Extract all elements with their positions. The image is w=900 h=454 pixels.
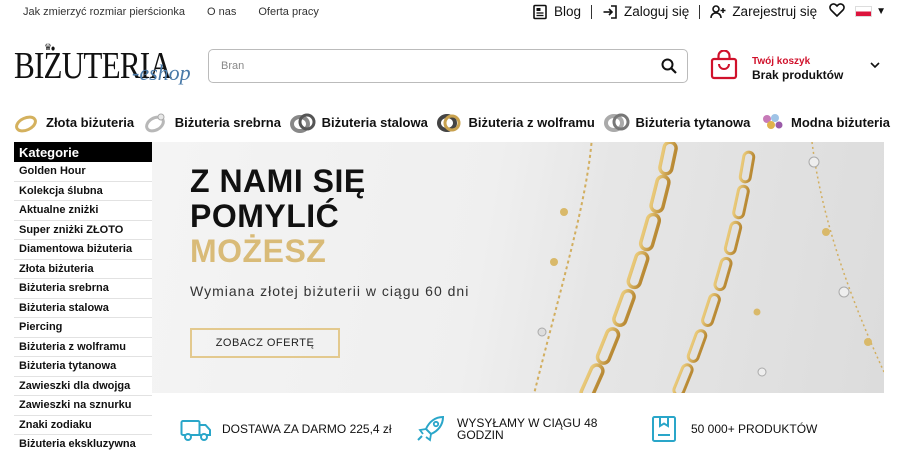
feature-free-delivery: DOSTAWA ZA DARMO 225,4 zł	[180, 415, 392, 443]
logo-sub-text: -eshop	[132, 60, 191, 85]
sidebar-item-string-pendants[interactable]: Zawieszki na sznurku	[14, 396, 152, 416]
sidebar-heading: Kategorie	[14, 142, 152, 162]
nav-titanium-jewelry[interactable]: Biżuteria tytanowa	[603, 111, 751, 133]
sidebar-item-exclusive[interactable]: Biżuteria ekskluzywna	[14, 435, 152, 454]
hero-line-2: POMYLIĆ	[190, 198, 340, 234]
sidebar-item-wedding[interactable]: Kolekcja ślubna	[14, 181, 152, 201]
category-nav: Złota biżuteria Biżuteria srebrna Biżute…	[14, 108, 890, 136]
divider	[699, 4, 701, 19]
login-icon	[602, 4, 618, 20]
sidebar-item-diamond[interactable]: Diamentowa biżuteria	[14, 240, 152, 260]
nav-label: Biżuteria stalowa	[321, 114, 428, 130]
cart-status: Brak produktów	[752, 68, 844, 82]
features-bar: DOSTAWA ZA DARMO 225,4 zł WYSYŁAMY W CIĄ…	[152, 415, 884, 451]
fashion-jewelry-icon	[759, 111, 785, 133]
feature-products-count: 50 000+ PRODUKTÓW	[649, 415, 817, 443]
add-user-icon	[710, 4, 726, 20]
gold-chains-image	[533, 142, 884, 393]
search-input[interactable]	[209, 50, 639, 82]
hero-subtitle: Wymiana złotej biżuterii w ciągu 60 dni	[190, 283, 470, 299]
shopping-bag-icon	[710, 49, 738, 80]
hero-line-3: MOŻESZ	[190, 233, 327, 269]
chevron-down-icon[interactable]: ▼	[876, 6, 886, 17]
blog-link[interactable]: Blog	[554, 4, 581, 19]
hero-banner[interactable]: Z NAMI SIĘ POMYLIĆ MOŻESZ Wymiana złotej…	[152, 142, 884, 393]
nav-label: Biżuteria tytanowa	[635, 114, 751, 130]
account-links: Blog Zaloguj się Zarejestruj się ▼	[532, 3, 886, 20]
hero-headline: Z NAMI SIĘ POMYLIĆ MOŻESZ	[190, 164, 366, 269]
sidebar-item-discounts[interactable]: Aktualne zniżki	[14, 201, 152, 221]
top-links: Jak zmierzyć rozmiar pierścionka O nas O…	[23, 6, 341, 18]
sidebar-item-titanium[interactable]: Biżuteria tytanowa	[14, 357, 152, 377]
see-offer-button[interactable]: ZOBACZ OFERTĘ	[190, 328, 340, 358]
sidebar-item-gold[interactable]: Złota biżuteria	[14, 259, 152, 279]
feature-label: WYSYŁAMY W CIĄGU 48 GODZIN	[457, 416, 598, 442]
login-link[interactable]: Zaloguj się	[624, 4, 689, 19]
link-about[interactable]: O nas	[207, 6, 236, 18]
nav-label: Modna biżuteria	[791, 114, 890, 130]
nav-steel-jewelry[interactable]: Biżuteria stalowa	[289, 111, 428, 133]
gold-ring-icon	[14, 111, 40, 133]
feature-label: 50 000+ PRODUKTÓW	[691, 422, 818, 436]
link-careers[interactable]: Oferta pracy	[258, 6, 319, 18]
sidebar-item-tungsten[interactable]: Biżuteria z wolframu	[14, 337, 152, 357]
link-ring-size[interactable]: Jak zmierzyć rozmiar pierścionka	[23, 6, 185, 18]
feature-label: DOSTAWA ZA DARMO 225,4 zł	[222, 422, 392, 436]
steel-ring-icon	[289, 111, 316, 133]
sidebar-item-steel[interactable]: Biżuteria stalowa	[14, 298, 152, 318]
cart-title: Twój koszyk	[752, 56, 811, 67]
product-box-icon	[649, 415, 681, 443]
register-link[interactable]: Zarejestruj się	[732, 4, 817, 19]
delivery-truck-icon	[180, 415, 212, 443]
hero-line-1: Z NAMI SIĘ	[190, 163, 366, 199]
search-icon[interactable]	[661, 58, 677, 74]
nav-label: Złota biżuteria	[46, 114, 135, 130]
nav-gold-jewelry[interactable]: Złota biżuteria	[14, 111, 134, 133]
sidebar-item-couple-pendants[interactable]: Zawieszki dla dwojga	[14, 376, 152, 396]
chevron-down-icon[interactable]	[870, 60, 880, 72]
polish-flag-icon[interactable]	[855, 6, 873, 17]
tungsten-ring-icon	[436, 111, 462, 133]
nav-label: Biżuteria srebrna	[174, 114, 281, 130]
sidebar-item-gold-discounts[interactable]: Super zniżki ZŁOTO	[14, 220, 152, 240]
titanium-ring-icon	[603, 111, 630, 133]
nav-label: Biżuteria z wolframu	[468, 114, 595, 130]
heart-icon[interactable]	[829, 3, 845, 20]
nav-fashion-jewelry[interactable]: Modna biżuteria	[759, 111, 890, 133]
sidebar-item-piercing[interactable]: Piercing	[14, 318, 152, 338]
silver-ring-icon	[143, 111, 169, 133]
top-bar: Jak zmierzyć rozmiar pierścionka O nas O…	[0, 0, 900, 26]
site-logo[interactable]: ♛ BIŻUTERIA -eshop	[14, 42, 194, 92]
nav-tungsten-jewelry[interactable]: Biżuteria z wolframu	[436, 111, 595, 133]
sidebar-item-silver[interactable]: Biżuteria srebrna	[14, 279, 152, 299]
blog-icon	[532, 4, 548, 20]
sidebar-item-golden-hour[interactable]: Golden Hour	[14, 162, 152, 182]
divider	[591, 4, 593, 19]
feature-shipping-48h: WYSYŁAMY W CIĄGU 48 GODZIN	[415, 415, 615, 443]
rocket-icon	[415, 415, 447, 443]
category-sidebar: Kategorie Golden Hour Kolekcja ślubna Ak…	[14, 142, 152, 454]
nav-silver-jewelry[interactable]: Biżuteria srebrna	[143, 111, 281, 133]
cart[interactable]: Twój koszyk Brak produktów	[710, 49, 890, 86]
search-box	[208, 49, 688, 83]
sidebar-item-zodiac[interactable]: Znaki zodiaku	[14, 415, 152, 435]
